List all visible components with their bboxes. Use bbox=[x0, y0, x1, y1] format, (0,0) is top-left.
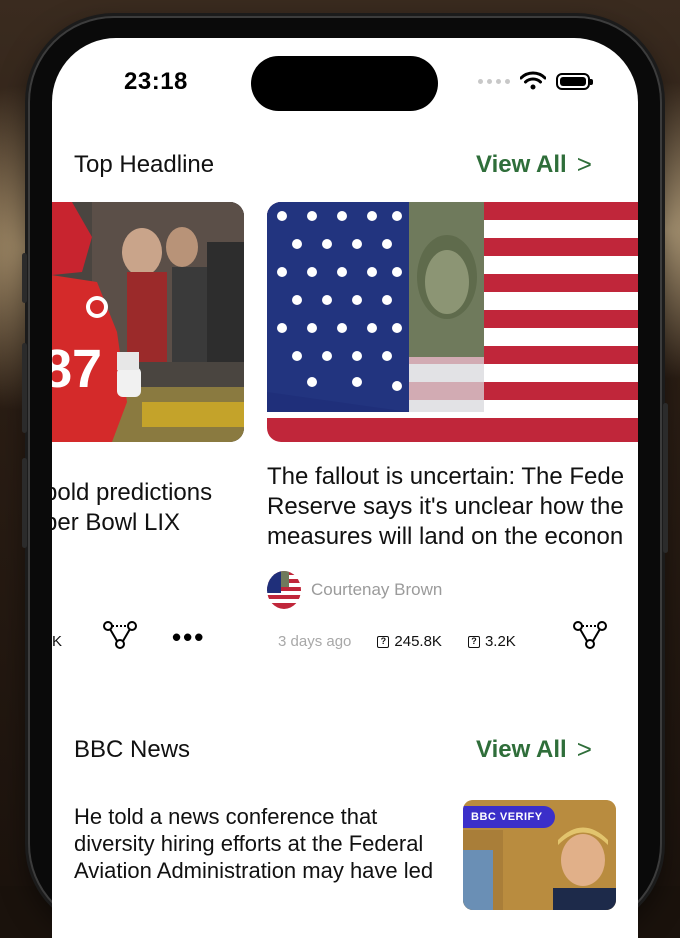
svg-text:87: 87 bbox=[52, 339, 102, 399]
battery-icon bbox=[556, 72, 593, 90]
bbc-verify-badge: BBC VERIFY bbox=[463, 806, 555, 828]
views-icon: ? bbox=[377, 635, 390, 648]
share-nodes-icon[interactable] bbox=[572, 620, 608, 650]
views-count: 245.8K bbox=[394, 633, 442, 650]
section-title-bbc-news: BBC News bbox=[74, 736, 191, 763]
author-avatar bbox=[267, 571, 301, 609]
card-2-headline[interactable]: The fallout is uncertain: The Fede Reser… bbox=[267, 462, 638, 552]
flag-money-photo bbox=[267, 202, 638, 442]
view-all-bbc-news[interactable]: View All > bbox=[476, 734, 592, 765]
view-all-top-headline[interactable]: View All > bbox=[476, 149, 592, 180]
card-1-headline-line: bold predictions bbox=[52, 479, 213, 506]
view-all-label: View All bbox=[476, 150, 567, 178]
card-1-image[interactable]: 87 bbox=[52, 202, 244, 442]
card-2-image[interactable] bbox=[267, 202, 638, 442]
comments-icon: ? bbox=[467, 635, 480, 648]
card-1-meta: K bbox=[52, 633, 62, 650]
author-name: Courtenay Brown bbox=[311, 580, 443, 599]
bbc-headline-line: He told a news conference that bbox=[74, 804, 378, 829]
card-1-stat-fragment: K bbox=[52, 633, 63, 650]
football-photo: 87 bbox=[52, 202, 244, 442]
bbc-article-image[interactable]: BBC VERIFY bbox=[463, 800, 616, 910]
power-button bbox=[663, 403, 668, 553]
dynamic-island bbox=[251, 56, 438, 111]
status-icons bbox=[478, 71, 593, 91]
card-2-time-ago: 3 days ago bbox=[278, 633, 352, 650]
chevron-right-icon: > bbox=[576, 734, 592, 764]
side-button bbox=[22, 253, 27, 303]
card-2-meta: 3 days ago ? 245.8K ? 3.2K bbox=[278, 633, 516, 650]
wifi-icon bbox=[520, 71, 546, 90]
volume-up-button bbox=[22, 343, 27, 433]
card-2-comments: ? 3.2K bbox=[467, 633, 516, 650]
bbc-article-headline[interactable]: He told a news conference that diversity… bbox=[74, 803, 454, 884]
card-2-headline-line: The fallout is uncertain: The Fede bbox=[267, 463, 625, 490]
view-all-label: View All bbox=[476, 735, 567, 763]
more-dots-icon[interactable]: ••• bbox=[172, 624, 205, 650]
card-2-headline-line: measures will land on the econon bbox=[267, 523, 624, 550]
share-nodes-icon[interactable] bbox=[102, 620, 138, 650]
card-2-headline-line: Reserve says it's unclear how the bbox=[267, 493, 624, 520]
card-1-headline-line: per Bowl LIX bbox=[52, 509, 181, 536]
chevron-right-icon: > bbox=[576, 149, 592, 179]
app-screen: 23:18 Top Headline View All > 87 bold pr… bbox=[52, 38, 638, 938]
card-2-views: ? 245.8K bbox=[377, 633, 442, 650]
bbc-headline-line: diversity hiring efforts at the Federal bbox=[74, 831, 424, 856]
section-title-top-headline: Top Headline bbox=[74, 151, 215, 178]
card-1-headline[interactable]: bold predictions per Bowl LIX bbox=[52, 478, 212, 538]
signal-dots-icon bbox=[478, 78, 510, 84]
volume-down-button bbox=[22, 458, 27, 548]
card-2-author[interactable]: Courtenay Brown bbox=[267, 571, 442, 609]
status-time: 23:18 bbox=[124, 68, 188, 95]
bbc-headline-line: Aviation Administration may have led bbox=[74, 858, 434, 883]
comments-count: 3.2K bbox=[484, 633, 516, 650]
